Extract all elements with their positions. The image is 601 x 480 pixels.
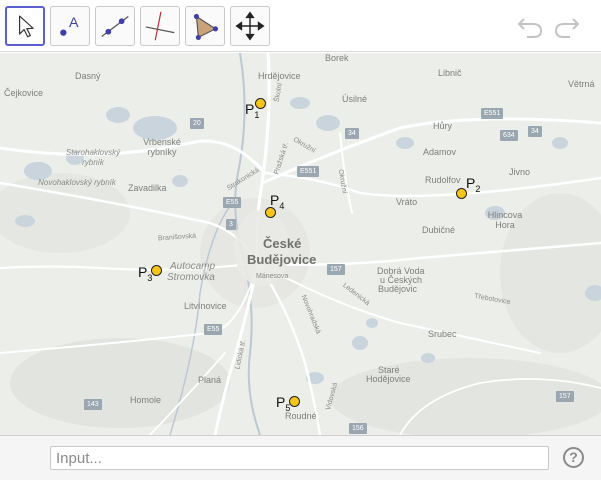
point-label-p3[interactable]: P3	[138, 265, 152, 285]
line-icon	[101, 16, 129, 37]
road-shield: E55	[223, 197, 242, 208]
redo-button[interactable]	[552, 12, 582, 40]
toolbar: A	[0, 0, 601, 52]
polygon-icon	[193, 13, 219, 40]
place-label: Hůry	[433, 121, 453, 131]
city-label: Budějovice	[247, 252, 317, 267]
road-shield: 634	[500, 130, 518, 141]
move-tool-button[interactable]	[5, 6, 45, 46]
road-shield: 3	[226, 219, 236, 230]
city-label: České	[263, 236, 302, 251]
place-label: Stromovka	[167, 272, 215, 283]
place-label: Adamov	[423, 147, 457, 157]
point-label-p4[interactable]: P4	[270, 193, 284, 213]
place-label: Zavadilka	[128, 183, 167, 193]
place-label: Planá	[198, 375, 222, 385]
place-label: Jivno	[509, 167, 531, 177]
svg-text:A: A	[69, 15, 79, 31]
place-label: Větrná	[568, 79, 595, 89]
road-shield: 157	[556, 391, 574, 402]
line-tool-button[interactable]	[95, 6, 135, 46]
cursor-arrow-icon	[19, 15, 34, 38]
polygon-tool-button[interactable]	[185, 6, 225, 46]
road-shield: E551	[481, 108, 504, 119]
help-icon[interactable]: ?	[563, 447, 584, 468]
graphics-view[interactable]: Čejkovice Dasný Hrdějovice Borek Libnič …	[0, 53, 601, 435]
input-bar: ?	[0, 435, 601, 480]
road-shield: 20	[190, 118, 204, 129]
undo-icon	[517, 18, 543, 38]
algebra-input-field[interactable]	[50, 446, 549, 470]
place-label: Starohaklovský rybník	[65, 148, 121, 167]
place-label: Hlincova Hora	[487, 210, 523, 230]
move-arrows-icon	[235, 11, 265, 41]
perpendicular-line-tool-button[interactable]	[140, 6, 180, 46]
place-label: Dubičné	[422, 225, 456, 235]
redo-icon	[554, 18, 580, 38]
place-label: Vrbenské rybníky	[143, 137, 181, 157]
place-label: Autocamp	[170, 261, 216, 272]
place-label: Čejkovice	[4, 88, 44, 98]
move-graphics-view-tool-button[interactable]	[230, 6, 270, 46]
point-label-p2[interactable]: P2	[466, 176, 480, 196]
point-tool-button[interactable]: A	[50, 6, 90, 46]
perpendicular-line-icon	[145, 11, 175, 41]
road-shield: E551	[297, 166, 320, 177]
road-shield: 34	[528, 126, 542, 137]
place-label: Úsilné	[342, 94, 368, 104]
road-shield: 143	[84, 399, 102, 410]
place-label: Litvínovice	[184, 301, 227, 311]
place-label: Libnič	[438, 68, 462, 78]
place-label: Borek	[325, 53, 349, 63]
place-label: Dasný	[75, 71, 101, 81]
point-p3[interactable]	[151, 265, 162, 276]
place-label: Homole	[130, 395, 162, 405]
place-label: Rudolfov	[425, 175, 461, 185]
place-label: Budějovic	[378, 284, 418, 294]
road-shield: 156	[349, 423, 367, 434]
place-label: Novohaklovský rybník	[38, 178, 116, 187]
place-label: Vráto	[396, 197, 418, 207]
place-label: Hodějovice	[366, 374, 411, 384]
point-label-p1[interactable]: P1	[245, 102, 259, 122]
road-shield: E55	[204, 324, 223, 335]
place-label: Hrdějovice	[258, 71, 301, 81]
road-shield: 157	[327, 264, 345, 275]
point-p5[interactable]	[289, 396, 300, 407]
point-label-p5[interactable]: P5	[276, 395, 290, 415]
place-label: Srubec	[428, 329, 457, 339]
street-label: Mánesova	[256, 273, 289, 280]
point-icon: A	[60, 15, 79, 36]
undo-button[interactable]	[515, 12, 545, 40]
road-shield: 34	[345, 128, 359, 139]
